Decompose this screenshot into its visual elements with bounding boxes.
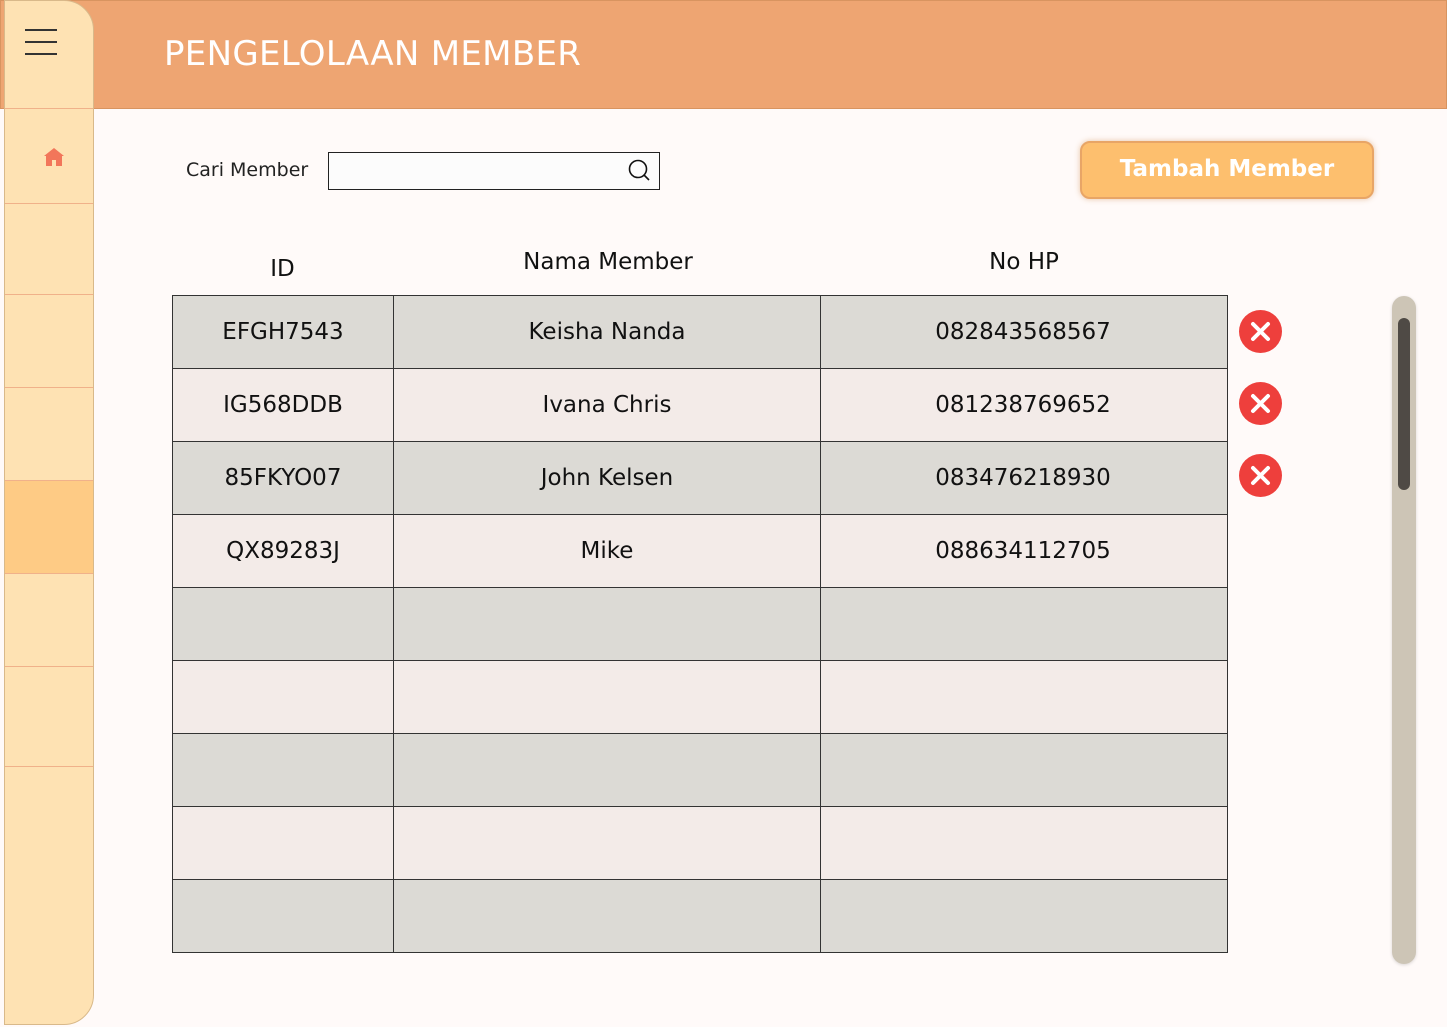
search-input[interactable]	[329, 153, 635, 189]
search-field	[328, 152, 660, 190]
column-header-name: Nama Member	[523, 249, 693, 275]
sidebar-item-7[interactable]	[5, 667, 93, 766]
cell-name	[394, 807, 821, 879]
sidebar-item-4[interactable]	[5, 388, 93, 480]
cell-id: IG568DDB	[173, 369, 394, 441]
sidebar-item-2[interactable]	[5, 204, 93, 294]
close-icon	[1251, 394, 1270, 413]
cell-phone: 083476218930	[935, 465, 1111, 491]
cell-id	[173, 734, 394, 806]
cell-phone: 088634112705	[935, 538, 1111, 564]
table-row-empty[interactable]	[173, 661, 1227, 734]
table-row-empty[interactable]	[173, 734, 1227, 807]
table-row[interactable]: 85FKYO07 John Kelsen 083476218930	[173, 442, 1227, 515]
home-icon	[44, 148, 64, 166]
cell-phone	[821, 807, 1225, 879]
table-row[interactable]: EFGH7543 Keisha Nanda 082843568567	[173, 296, 1227, 369]
add-member-button[interactable]: Tambah Member	[1080, 141, 1374, 199]
close-icon	[1251, 466, 1270, 485]
search-label: Cari Member	[186, 159, 309, 181]
cell-id: 85FKYO07	[173, 442, 394, 514]
cell-phone	[821, 661, 1225, 733]
cell-id	[173, 880, 394, 952]
delete-row-button[interactable]	[1239, 310, 1282, 353]
cell-id	[173, 661, 394, 733]
sidebar-divider	[5, 766, 93, 767]
cell-phone	[821, 588, 1225, 660]
sidebar-item-3[interactable]	[5, 295, 93, 387]
cell-name	[394, 734, 821, 806]
scrollbar-thumb[interactable]	[1398, 318, 1410, 490]
cell-name: Ivana Chris	[394, 369, 821, 441]
member-table: EFGH7543 Keisha Nanda 082843568567 IG568…	[172, 295, 1228, 953]
cell-phone	[821, 880, 1225, 952]
sidebar-item-home[interactable]	[5, 109, 93, 203]
cell-id: QX89283J	[173, 515, 394, 587]
sidebar	[4, 0, 94, 1025]
table-row-empty[interactable]	[173, 880, 1227, 952]
cell-id	[173, 807, 394, 879]
cell-phone: 081238769652	[935, 392, 1111, 418]
table-row[interactable]: IG568DDB Ivana Chris 081238769652	[173, 369, 1227, 442]
column-header-phone: No HP	[989, 249, 1059, 275]
table-row-empty[interactable]	[173, 807, 1227, 880]
page-title: PENGELOLAAN MEMBER	[164, 34, 582, 74]
cell-name: John Kelsen	[394, 442, 821, 514]
cell-name	[394, 661, 821, 733]
column-header-id: ID	[270, 256, 295, 282]
cell-name	[394, 588, 821, 660]
sidebar-item-6[interactable]	[5, 574, 93, 666]
cell-phone: 082843568567	[935, 319, 1111, 345]
close-icon	[1251, 322, 1270, 341]
cell-name: Keisha Nanda	[394, 296, 821, 368]
table-row-empty[interactable]	[173, 588, 1227, 661]
table-row[interactable]: QX89283J Mike 088634112705	[173, 515, 1227, 588]
sidebar-item-member-active[interactable]	[5, 481, 93, 573]
cell-id	[173, 588, 394, 660]
cell-id: EFGH7543	[173, 296, 394, 368]
cell-name	[394, 880, 821, 952]
menu-icon[interactable]	[25, 27, 59, 57]
top-header: PENGELOLAAN MEMBER	[0, 0, 1447, 109]
cell-phone	[821, 734, 1225, 806]
cell-name: Mike	[394, 515, 821, 587]
search-icon[interactable]	[627, 158, 651, 182]
delete-row-button[interactable]	[1239, 454, 1282, 497]
delete-row-button[interactable]	[1239, 382, 1282, 425]
